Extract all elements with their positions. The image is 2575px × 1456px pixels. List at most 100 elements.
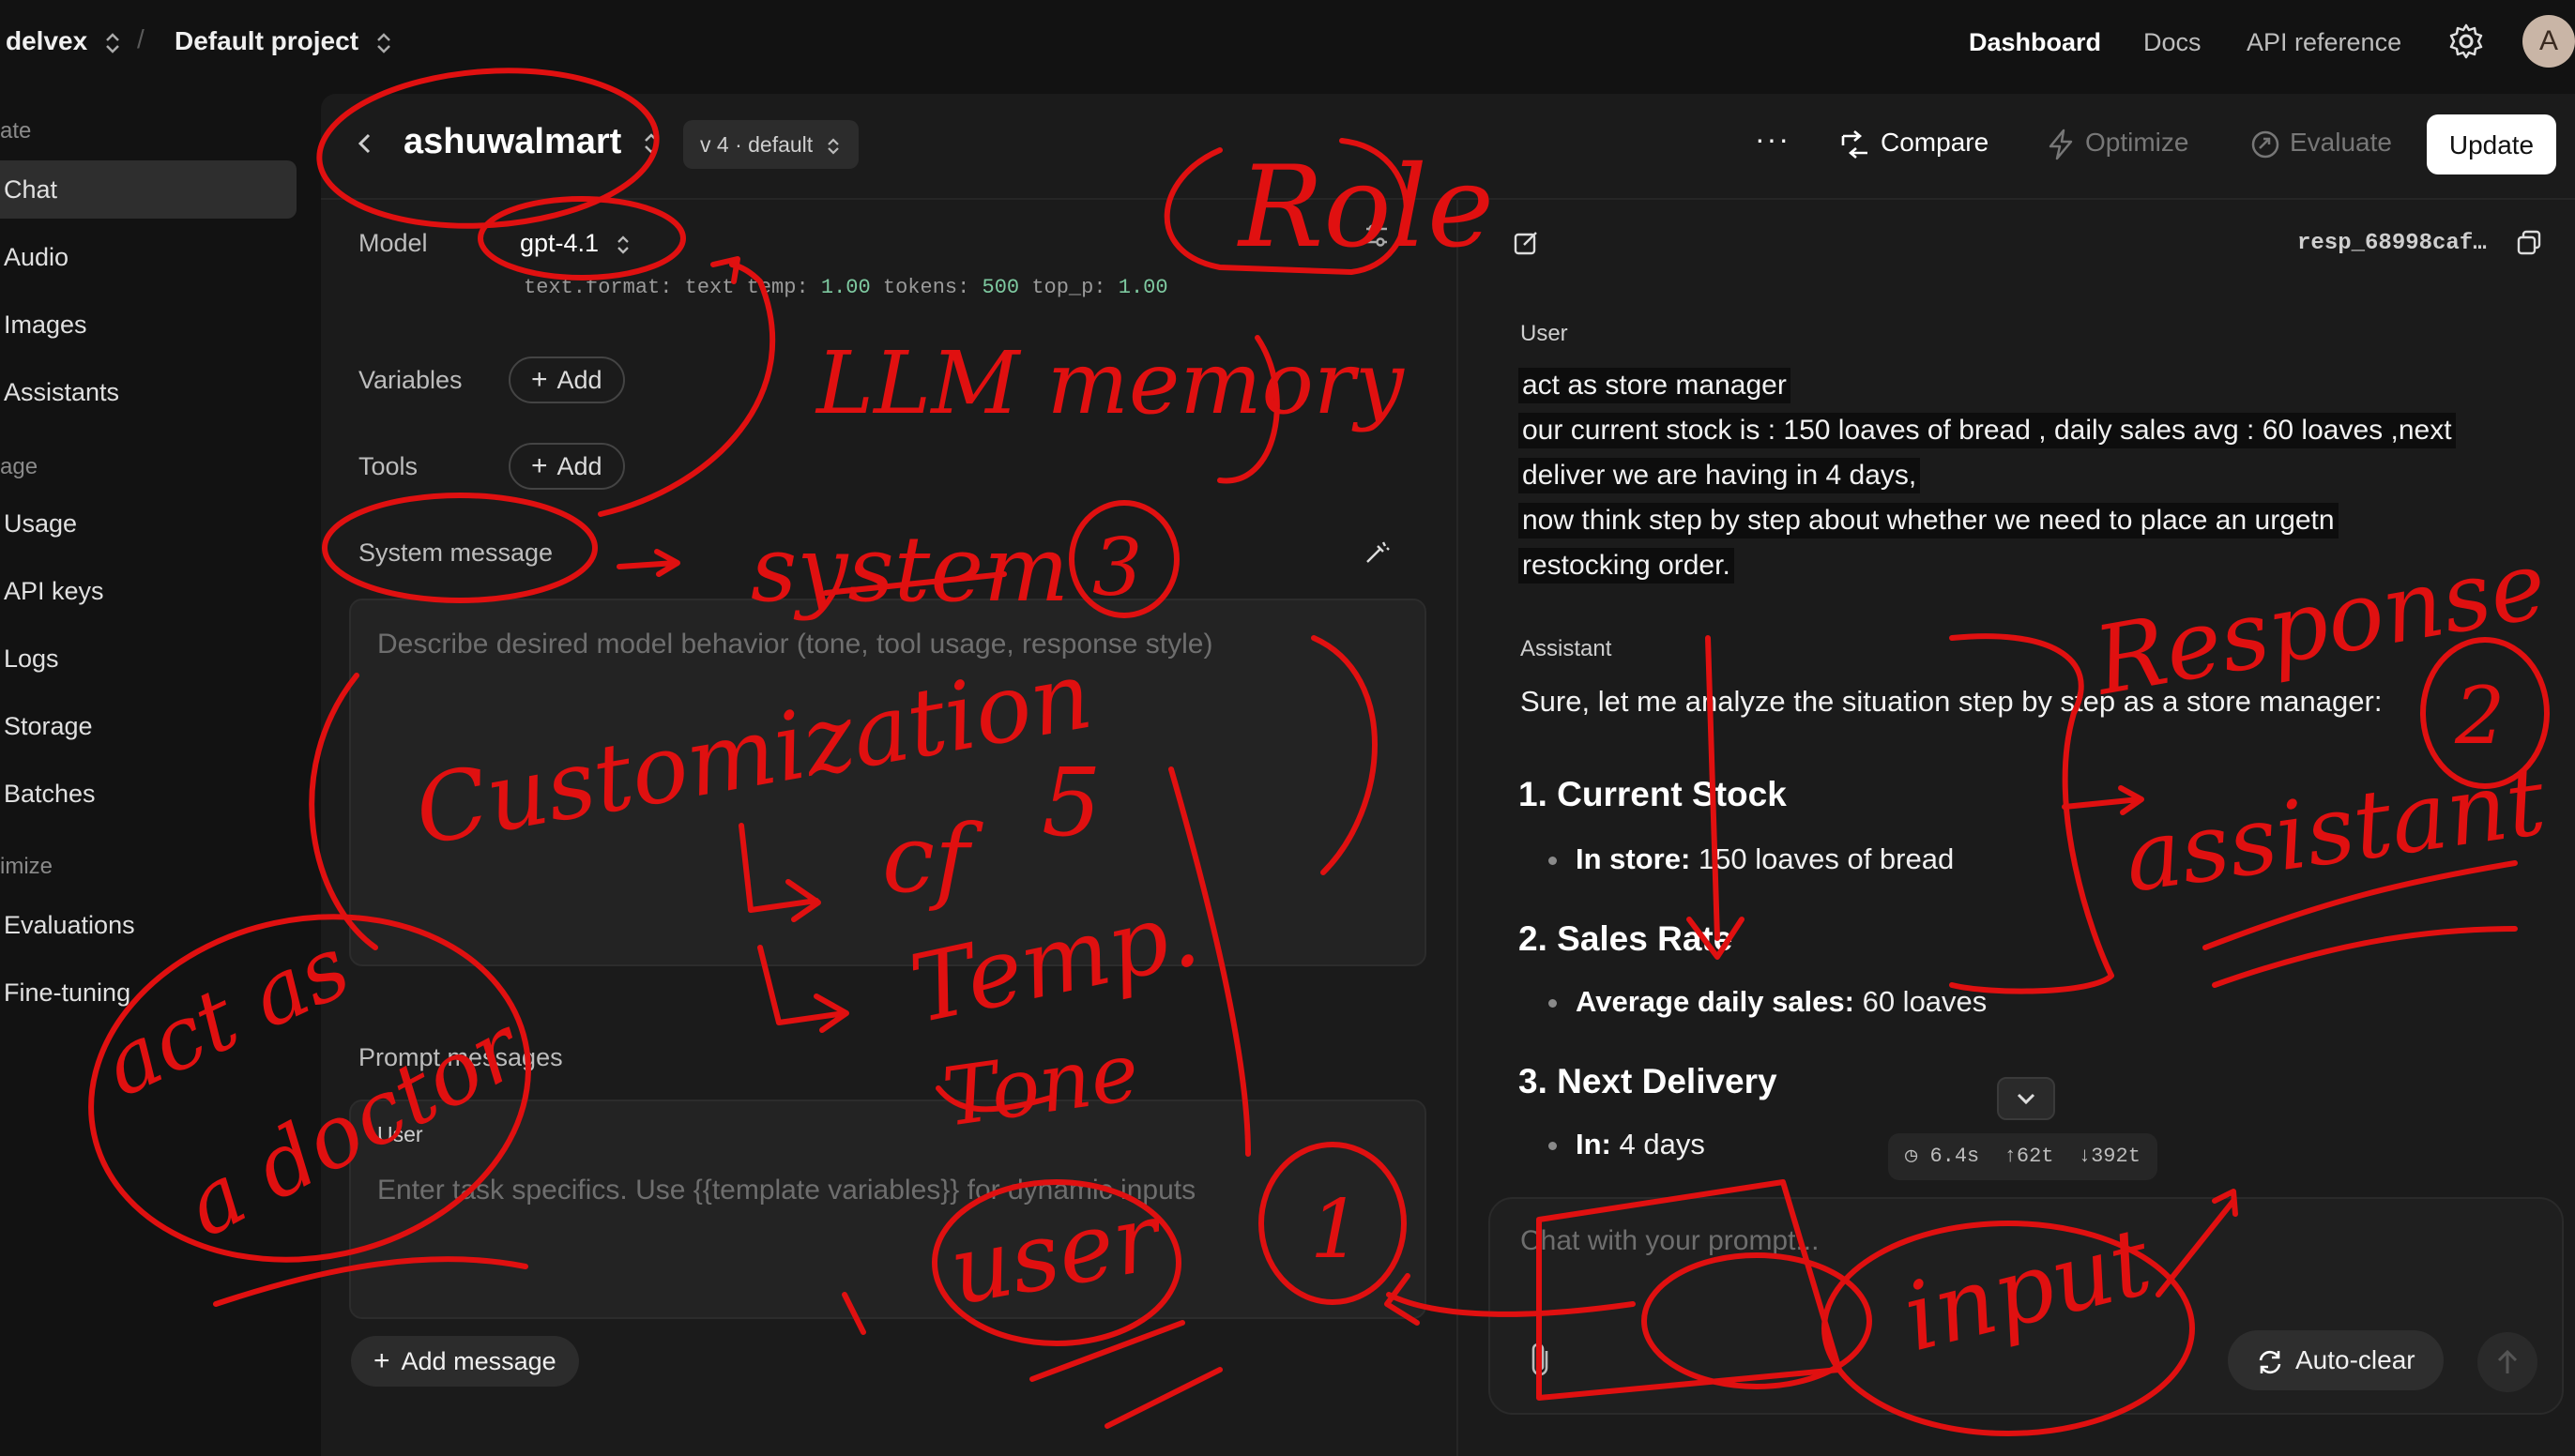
list-item: In: 4 days: [1548, 1128, 1705, 1161]
user-message-placeholder: Enter task specifics. Use {{template var…: [377, 1175, 1196, 1206]
model-name: gpt-4.1: [520, 229, 600, 257]
arrow-up-icon: [2497, 1349, 2518, 1373]
settings-gear-icon[interactable]: [2447, 23, 2485, 60]
timer-icon: ◷: [1905, 1145, 1918, 1168]
compare-arrows-icon: [1841, 129, 1867, 159]
chevron-up-down-icon: [827, 138, 839, 155]
project-name: Default project: [175, 26, 359, 55]
edit-icon[interactable]: [1513, 229, 1541, 257]
optimize-label: Optimize: [2085, 128, 2189, 157]
model-params[interactable]: text.format: text temp: 1.00 tokens: 500…: [524, 276, 1168, 299]
section-heading: 1. Current Stock: [1518, 775, 1787, 813]
model-settings-icon[interactable]: [1363, 221, 1391, 250]
prompt-name-selector[interactable]: ashuwalmart: [404, 122, 662, 162]
compare-label: Compare: [1881, 128, 1989, 157]
param-key: tokens:: [882, 276, 970, 299]
param-key: top_p:: [1031, 276, 1106, 299]
user-role-label: User: [377, 1122, 423, 1146]
divider: [1456, 199, 1458, 1456]
auto-clear-label: Auto-clear: [2295, 1345, 2415, 1374]
optimize-button[interactable]: Optimize: [2046, 128, 2188, 160]
assistant-role-label: Assistant: [1520, 636, 1612, 661]
input-tokens: 62t: [2016, 1145, 2054, 1168]
param-value: 500: [982, 276, 1020, 299]
section-heading: 3. Next Delivery: [1518, 1062, 1777, 1100]
chevron-up-down-icon: [106, 32, 119, 53]
sidebar-item-usage[interactable]: Usage: [0, 494, 297, 553]
scroll-down-button[interactable]: [1997, 1077, 2055, 1120]
user-message-line: act as store manager: [1518, 368, 1790, 403]
variables-label: Variables: [358, 366, 463, 394]
prompt-name: ashuwalmart: [404, 122, 622, 161]
evaluate-button[interactable]: Evaluate: [2250, 128, 2392, 159]
arrow-up-icon: ↑: [2004, 1145, 2017, 1168]
org-switcher[interactable]: delvex: [6, 26, 123, 56]
project-switcher[interactable]: Default project: [175, 26, 394, 56]
org-name: delvex: [6, 26, 88, 55]
refresh-icon: [2259, 1350, 2281, 1373]
system-message-input[interactable]: Describe desired model behavior (tone, t…: [349, 599, 1426, 966]
update-button[interactable]: Update: [2427, 114, 2556, 174]
sidebar-item-assistants[interactable]: Assistants: [0, 363, 297, 421]
evaluate-icon: [2251, 130, 2279, 158]
sidebar-item-images[interactable]: Images: [0, 296, 297, 354]
nav-dashboard[interactable]: Dashboard: [1969, 28, 2101, 57]
chat-input[interactable]: Chat with your prompt...: [1520, 1225, 1819, 1257]
plus-icon: +: [531, 450, 548, 481]
model-label: Model: [358, 229, 428, 257]
user-message-line: our current stock is : 150 loaves of bre…: [1518, 413, 2456, 448]
param-key: temp:: [746, 276, 809, 299]
sidebar-item-fine-tuning[interactable]: Fine-tuning: [0, 963, 297, 1022]
sidebar-item-audio[interactable]: Audio: [0, 228, 297, 286]
user-message-line: deliver we are having in 4 days,: [1518, 458, 1921, 493]
back-chevron-icon[interactable]: [349, 128, 381, 159]
assistant-intro: Sure, let me analyze the situation step …: [1520, 685, 2383, 718]
sidebar-item-api-keys[interactable]: API keys: [0, 562, 297, 620]
sidebar-item-chat[interactable]: Chat: [0, 160, 297, 219]
copy-icon[interactable]: [2515, 229, 2543, 257]
section-heading: 2. Sales Rate: [1518, 919, 1733, 958]
nav-api-reference[interactable]: API reference: [2247, 28, 2401, 57]
add-variable-button[interactable]: + Add: [509, 356, 625, 403]
sidebar-section-title: imize: [0, 854, 53, 879]
version-selector[interactable]: v 4 · default: [683, 120, 859, 169]
sidebar-item-evaluations[interactable]: Evaluations: [0, 896, 297, 954]
nav-docs[interactable]: Docs: [2143, 28, 2202, 57]
chevron-up-down-icon: [644, 133, 658, 154]
model-selector[interactable]: gpt-4.1: [520, 229, 632, 258]
response-time: 6.4s: [1929, 1145, 1980, 1168]
sidebar-section-title: age: [0, 454, 38, 479]
sidebar-item-batches[interactable]: Batches: [0, 765, 297, 823]
sidebar-item-logs[interactable]: Logs: [0, 629, 297, 688]
user-message-input[interactable]: User Enter task specifics. Use {{templat…: [349, 1100, 1426, 1319]
list-item: In store: 150 loaves of bread: [1548, 842, 1954, 876]
list-item: Average daily sales: 60 loaves: [1548, 985, 1987, 1019]
add-label: Add: [556, 366, 602, 394]
avatar[interactable]: A: [2522, 15, 2575, 68]
sidebar-item-storage[interactable]: Storage: [0, 697, 297, 755]
param-value: text: [684, 276, 735, 299]
breadcrumb-separator: /: [137, 24, 145, 53]
paperclip-icon[interactable]: [1526, 1342, 1556, 1379]
add-tool-button[interactable]: + Add: [509, 443, 625, 490]
plus-icon: +: [531, 364, 548, 395]
add-message-label: Add message: [401, 1347, 556, 1375]
user-role-label: User: [1520, 321, 1568, 346]
param-value: 1.00: [1118, 276, 1168, 299]
evaluate-label: Evaluate: [2290, 128, 2392, 157]
response-id: resp_68998caf…: [2297, 231, 2487, 256]
auto-clear-button[interactable]: Auto-clear: [2228, 1330, 2444, 1390]
generate-wand-icon[interactable]: [1363, 538, 1391, 567]
sidebar-section-title: ate: [0, 118, 32, 144]
response-stats: ◷ 6.4s ↑62t ↓392t: [1888, 1133, 2157, 1180]
compare-button[interactable]: Compare: [1839, 128, 1988, 160]
send-button[interactable]: [2477, 1332, 2537, 1392]
more-options-button[interactable]: ···: [1755, 122, 1790, 157]
lightning-icon: [2049, 129, 2073, 159]
output-tokens: 392t: [2091, 1145, 2141, 1168]
add-message-button[interactable]: + Add message: [351, 1336, 579, 1387]
chevron-up-down-icon: [376, 32, 390, 53]
divider: [321, 198, 2575, 200]
param-value: 1.00: [820, 276, 871, 299]
param-key: text.format:: [524, 276, 673, 299]
